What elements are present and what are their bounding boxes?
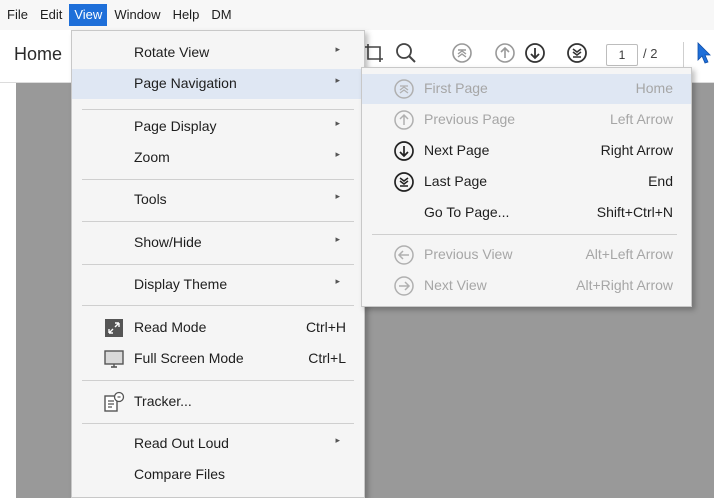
menu-separator [82,109,354,110]
menu-item-display-theme[interactable]: Display Theme ▸ [72,270,364,300]
previous-page-icon [393,109,415,131]
menu-item-label: Tracker... [134,393,192,409]
submenu-item-last-page[interactable]: Last Page End [362,167,691,197]
menu-item-shortcut: Alt+Left Arrow [585,246,673,262]
menu-window[interactable]: Window [109,4,165,26]
menu-view[interactable]: View [69,4,108,26]
menu-item-label: Page Navigation [134,75,237,91]
menu-help[interactable]: Help [168,4,205,26]
crop-icon[interactable] [362,41,386,65]
toolbar-divider [683,42,684,68]
menu-item-read-mode[interactable]: Read Mode Ctrl+H [72,313,364,343]
menu-item-page-navigation[interactable]: Page Navigation ▸ [72,69,364,99]
tracker-icon [103,391,125,413]
menu-item-label: Zoom [134,149,170,165]
menu-item-label: Next Page [424,142,490,158]
last-page-icon[interactable] [565,41,589,65]
menu-item-label: Full Screen Mode [134,350,244,366]
next-view-icon [393,275,415,297]
submenu-arrow-icon: ▸ [335,191,340,201]
submenu-arrow-icon: ▸ [335,118,340,128]
menu-item-shortcut: Ctrl+H [305,319,346,335]
menu-item-page-display[interactable]: Page Display ▸ [72,112,364,142]
page-number-input[interactable]: 1 [606,44,638,66]
submenu-item-first-page[interactable]: First Page Home [362,74,691,104]
menu-item-label: Last Page [424,173,488,189]
submenu-arrow-icon: ▸ [335,149,340,159]
menu-item-read-out-loud[interactable]: Read Out Loud ▸ [72,429,364,459]
menu-item-tools[interactable]: Tools ▸ [72,185,364,215]
page-navigation-submenu: First Page Home Previous Page Left Arrow… [361,67,692,307]
menu-item-label: Previous Page [424,111,516,127]
menu-item-shortcut: Shift+Ctrl+N [596,204,673,220]
menu-separator [82,380,354,381]
menu-item-label: Page Display [134,118,217,134]
next-page-icon [393,140,415,162]
submenu-item-next-view[interactable]: Next View Alt+Right Arrow [362,271,691,301]
menu-item-label: Read Mode [134,319,207,335]
submenu-arrow-icon: ▸ [335,276,340,286]
menu-item-compare-files[interactable]: Compare Files [72,460,364,490]
menu-item-label: First Page [424,80,488,96]
submenu-arrow-icon: ▸ [335,44,340,54]
submenu-item-previous-page[interactable]: Previous Page Left Arrow [362,105,691,135]
select-tool-icon[interactable] [697,42,711,69]
menu-file[interactable]: File [2,4,33,26]
menu-item-zoom[interactable]: Zoom ▸ [72,143,364,173]
submenu-item-previous-view[interactable]: Previous View Alt+Left Arrow [362,240,691,270]
full-screen-icon [103,348,125,370]
menu-item-label: Compare Files [134,466,226,482]
previous-view-icon [393,244,415,266]
submenu-item-next-page[interactable]: Next Page Right Arrow [362,136,691,166]
submenu-arrow-icon: ▸ [335,234,340,244]
view-menu: Rotate View ▸ Page Navigation ▸ Page Dis… [71,30,365,498]
menu-separator [82,179,354,180]
menu-bar: File Edit View Window Help DM [0,0,714,30]
next-page-icon[interactable] [523,41,547,65]
menu-item-label: Display Theme [134,276,228,292]
menu-item-label: Read Out Loud [134,435,229,451]
submenu-arrow-icon: ▸ [335,435,340,445]
menu-item-rotate-view[interactable]: Rotate View ▸ [72,38,364,68]
menu-separator [82,221,354,222]
home-tab[interactable]: Home [14,44,62,65]
last-page-icon [393,171,415,193]
menu-item-show-hide[interactable]: Show/Hide ▸ [72,228,364,258]
submenu-arrow-icon: ▸ [335,75,340,85]
menu-separator [82,305,354,306]
menu-item-label: Show/Hide [134,234,202,250]
menu-item-label: Rotate View [134,44,210,60]
menu-item-label: Go To Page... [424,204,510,220]
menu-item-full-screen-mode[interactable]: Full Screen Mode Ctrl+L [72,344,364,374]
menu-item-shortcut: Alt+Right Arrow [576,277,673,293]
menu-item-label: Tools [134,191,167,207]
menu-item-shortcut: Home [635,80,673,96]
menu-item-shortcut: End [648,173,673,189]
menu-item-tracker[interactable]: Tracker... [72,387,364,417]
menu-item-shortcut: Right Arrow [600,142,673,158]
first-page-icon[interactable] [450,41,474,65]
previous-page-icon[interactable] [493,41,517,65]
menu-separator [82,423,354,424]
menu-edit[interactable]: Edit [35,4,67,26]
menu-item-label: Previous View [424,246,513,262]
menu-separator [82,264,354,265]
menu-item-label: Next View [424,277,487,293]
page-total: / 2 [643,46,658,61]
submenu-item-go-to-page[interactable]: Go To Page... Shift+Ctrl+N [362,198,691,228]
read-mode-icon [103,317,125,339]
menu-item-shortcut: Left Arrow [609,111,673,127]
first-page-icon [393,78,415,100]
menu-separator [372,234,677,235]
menu-dm[interactable]: DM [206,4,236,26]
menu-item-shortcut: Ctrl+L [308,350,346,366]
search-icon[interactable] [394,41,418,65]
